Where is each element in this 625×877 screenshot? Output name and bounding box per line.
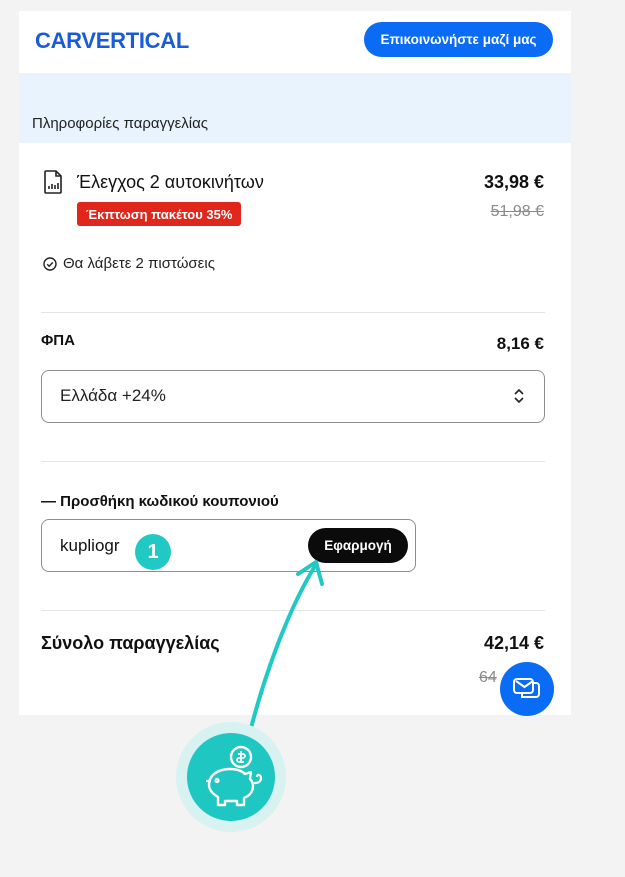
total-old-price: 64	[479, 669, 497, 686]
total-price: 42,14 €	[483, 633, 544, 653]
chat-icon	[513, 678, 540, 698]
discount-badge: Έκπτωση πακέτου 35%	[77, 202, 242, 226]
item-old-price: 51,98 €	[490, 203, 544, 220]
vat-selected-option: Ελλάδα +24%	[60, 386, 166, 405]
piggy-bank-icon	[206, 745, 263, 807]
check-circle-icon	[43, 257, 57, 271]
document-chart-icon	[44, 170, 62, 194]
vat-price: 8,16 €	[496, 334, 544, 353]
order-info-band: Πληροφορίες παραγγελίας	[19, 73, 571, 143]
divider	[41, 461, 545, 462]
vat-label: ΦΠΑ	[41, 332, 75, 349]
total-label: Σύνολο παραγγελίας	[41, 633, 220, 653]
order-summary: Έλεγχος 2 αυτοκινήτων 33,98 € Έκπτωση πα…	[19, 143, 571, 715]
piggy-bank-badge	[176, 722, 286, 832]
item-price: 33,98 €	[483, 172, 544, 192]
annotation-step-badge: 1	[135, 534, 171, 570]
divider	[41, 312, 545, 313]
credits-text: Θα λάβετε 2 πιστώσεις	[63, 255, 215, 272]
item-title: Έλεγχος 2 αυτοκινήτων	[77, 172, 264, 192]
order-info-title: Πληροφορίες παραγγελίας	[32, 115, 209, 132]
coupon-toggle[interactable]: — Προσθήκη κωδικού κουπονιού	[41, 493, 279, 510]
header: CARVERTICAL Επικοινωνήστε μαζί μας	[19, 11, 571, 73]
vat-country-select[interactable]: Ελλάδα +24%	[41, 370, 545, 423]
divider	[41, 610, 545, 611]
apply-coupon-button[interactable]: Εφαρμογή	[308, 528, 408, 563]
checkout-card: CARVERTICAL Επικοινωνήστε μαζί μας Πληρο…	[19, 11, 571, 715]
contact-us-button[interactable]: Επικοινωνήστε μαζί μας	[364, 22, 553, 57]
coupon-field: Εφαρμογή	[41, 519, 416, 572]
chevron-updown-icon	[514, 388, 524, 404]
carvertical-logo[interactable]: CARVERTICAL	[35, 28, 189, 54]
chat-button[interactable]	[500, 662, 554, 716]
